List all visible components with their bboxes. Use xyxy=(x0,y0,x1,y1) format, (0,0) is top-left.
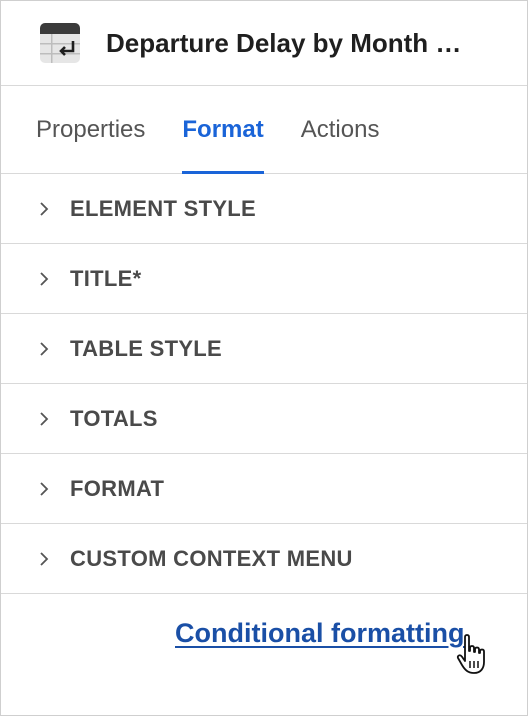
chevron-right-icon xyxy=(40,341,49,356)
section-table-style[interactable]: TABLE STYLE xyxy=(1,314,527,384)
tab-properties[interactable]: Properties xyxy=(36,86,145,173)
element-title: Departure Delay by Month … xyxy=(106,27,462,58)
section-label: TOTALS xyxy=(70,405,158,431)
section-totals[interactable]: TOTALS xyxy=(1,384,527,454)
chevron-right-icon xyxy=(40,411,49,426)
section-custom-context-menu[interactable]: CUSTOM CONTEXT MENU xyxy=(1,524,527,594)
panel-header: Departure Delay by Month … xyxy=(1,1,527,86)
section-format[interactable]: FORMAT xyxy=(1,454,527,524)
chevron-right-icon xyxy=(40,481,49,496)
panel-tabs: Properties Format Actions xyxy=(1,86,527,174)
panel-footer: Conditional formatting xyxy=(1,594,527,704)
section-label: TABLE STYLE xyxy=(70,335,223,361)
section-label: FORMAT xyxy=(70,475,165,501)
conditional-formatting-link[interactable]: Conditional formatting xyxy=(175,618,464,649)
section-label: TITLE* xyxy=(70,265,142,291)
format-panel: Departure Delay by Month … Properties Fo… xyxy=(0,0,528,716)
table-icon xyxy=(40,23,80,63)
section-label: ELEMENT STYLE xyxy=(70,195,257,221)
section-label: CUSTOM CONTEXT MENU xyxy=(70,545,353,571)
tab-format[interactable]: Format xyxy=(182,86,265,174)
chevron-right-icon xyxy=(40,551,49,566)
chevron-right-icon xyxy=(40,271,49,286)
section-title[interactable]: TITLE* xyxy=(1,244,527,314)
chevron-right-icon xyxy=(40,201,49,216)
hand-pointer-icon xyxy=(456,634,485,674)
tab-actions[interactable]: Actions xyxy=(301,86,380,173)
section-element-style[interactable]: ELEMENT STYLE xyxy=(1,174,527,244)
